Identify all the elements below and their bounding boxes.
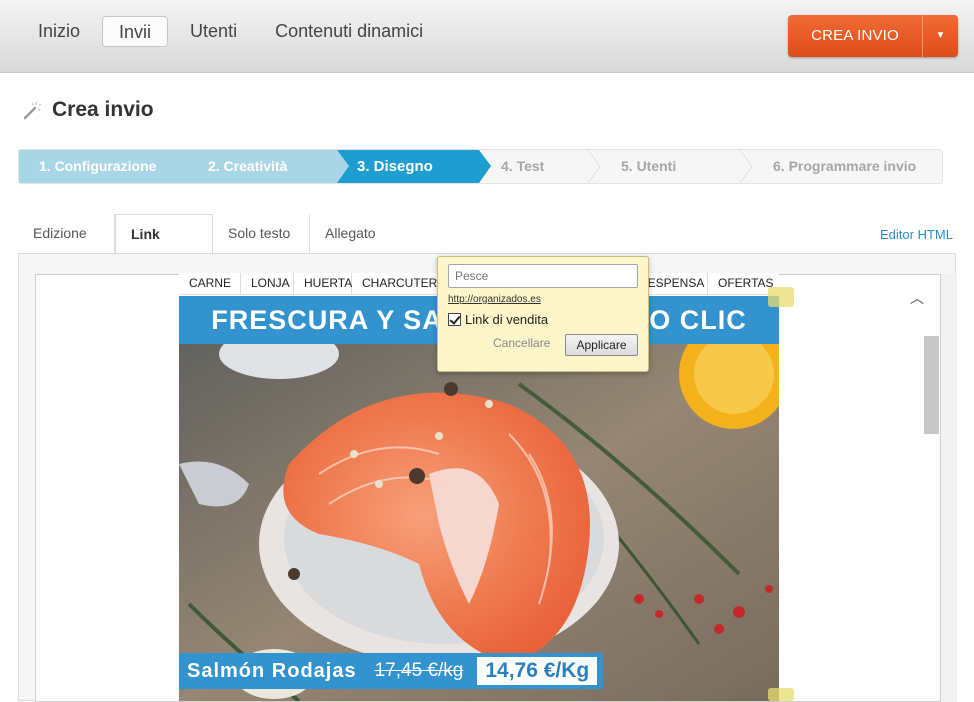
step-disegno[interactable]: 3. Disegno [337,150,491,183]
step-separator [587,150,601,183]
cancel-button[interactable]: Cancellare [493,336,550,350]
sales-link-checkbox[interactable] [448,313,461,326]
editor-tabs: Edizione Link Solo testo Allegato [18,214,956,254]
product-price-bar[interactable]: Salmón Rodajas 17,45 €/kg 14,76 €/Kg [179,653,604,689]
salmon-photo[interactable] [179,344,779,701]
email-menu-item[interactable]: HUERTA [294,273,352,295]
tab-allegato[interactable]: Allegato [310,214,400,254]
caret-down-icon: ▼ [935,30,946,41]
step-arrow [479,150,491,183]
step-separator [739,150,753,183]
create-send-dropdown-button[interactable]: ▼ [922,15,958,57]
sales-link-label: Link di vendita [465,312,549,327]
link-marker[interactable] [768,688,794,701]
step-label: 3. Disegno [357,158,433,175]
link-popover: http://organizados.es Link di vendita Ca… [437,256,649,372]
nav-item-inizio[interactable]: Inizio [22,16,96,47]
scroll-up-icon[interactable]: ︿ [910,288,924,308]
scrollbar-thumb[interactable] [924,336,939,434]
top-navigation-bar: Inizio Invii Utenti Contenuti dinamici C… [0,0,974,73]
step-label: 5. Utenti [621,158,677,174]
link-name-input[interactable] [448,264,638,288]
create-send-button[interactable]: CREA INVIO [788,15,922,57]
step-label: 2. Creatività [208,158,288,174]
nav-item-contenuti-dinamici[interactable]: Contenuti dinamici [259,16,439,47]
apply-button[interactable]: Applicare [565,334,638,356]
create-send-button-group: CREA INVIO ▼ [788,15,958,57]
email-menu-item[interactable]: LONJA [241,273,294,295]
scrollbar-track[interactable] [941,274,957,702]
nav-item-utenti[interactable]: Utenti [174,16,253,47]
page-header: Crea invio [22,98,154,122]
step-label: 6. Programmare invio [773,158,917,174]
link-url[interactable]: http://organizados.es [448,294,541,305]
step-creativita[interactable]: 2. Creatività [187,150,349,183]
step-test[interactable]: 4. Test [479,150,601,183]
html-editor-link[interactable]: Editor HTML [880,227,953,242]
tab-link[interactable]: Link [115,214,213,254]
step-label: 4. Test [501,158,545,174]
old-price: 17,45 €/kg [374,660,464,681]
step-arrow [187,150,199,183]
tab-edizione[interactable]: Edizione [18,214,115,254]
step-configurazione[interactable]: 1. Configurazione [19,150,199,183]
link-marker[interactable] [768,287,794,307]
product-name: Salmón Rodajas [187,659,357,682]
sales-link-checkbox-row[interactable]: Link di vendita [448,312,548,327]
step-label: 1. Configurazione [39,158,157,174]
step-utenti[interactable]: 5. Utenti [601,150,753,183]
tab-solo-testo[interactable]: Solo testo [213,214,310,254]
main-nav: Inizio Invii Utenti Contenuti dinamici [22,16,439,47]
magic-wand-icon [23,102,42,120]
email-menu-item[interactable]: CARNE [179,273,241,295]
nav-item-invii[interactable]: Invii [102,16,169,47]
new-price: 14,76 €/Kg [477,657,598,685]
step-arrow [337,150,349,183]
step-programmare-invio[interactable]: 6. Programmare invio [753,150,942,183]
wizard-steps: 1. Configurazione 2. Creatività 3. Diseg… [18,149,943,184]
page-title: Crea invio [52,98,154,121]
